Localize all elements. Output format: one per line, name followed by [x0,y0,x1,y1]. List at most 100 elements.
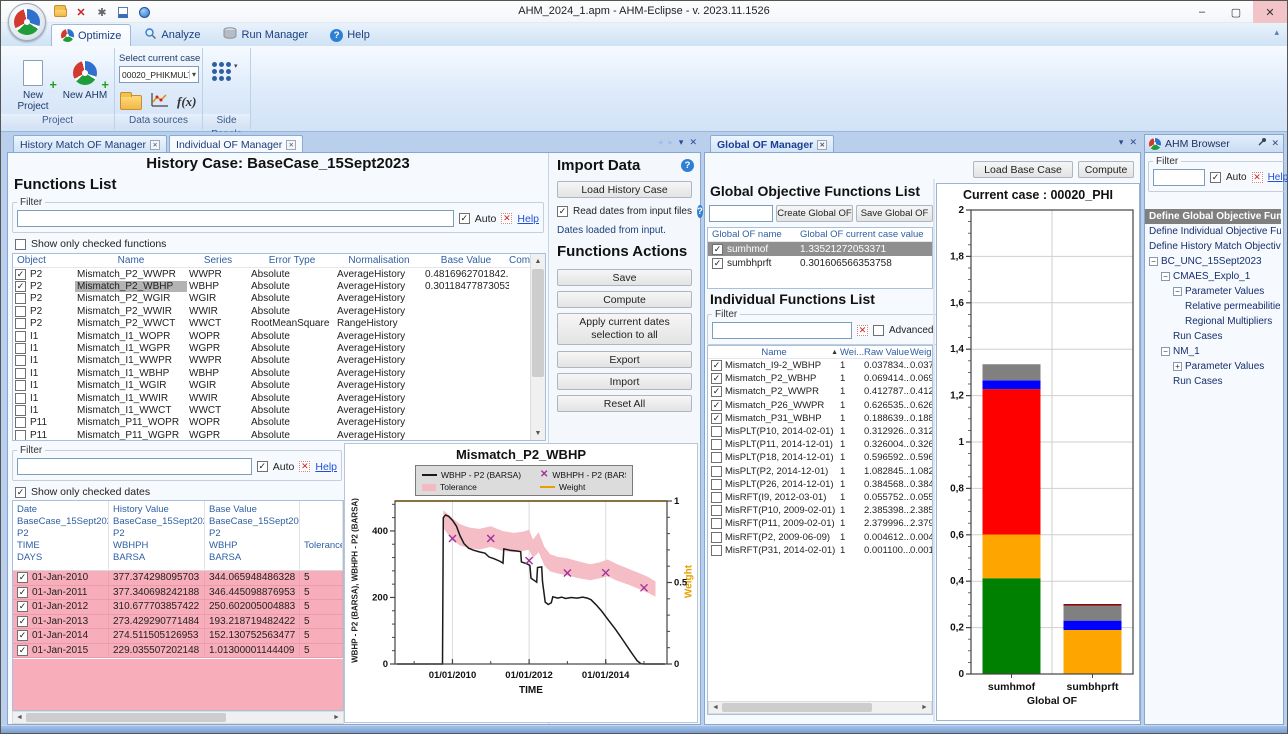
reset-all-button[interactable]: Reset All [557,395,692,412]
clear-filter-icon[interactable]: ✕ [1252,172,1263,183]
row-checkbox[interactable] [17,587,28,598]
row-checkbox[interactable] [711,505,722,516]
current-case-combobox[interactable]: 00020_PHIKMULT_CN ▾ [119,66,199,83]
ifl-table-row[interactable]: MisPLT(P26, 2014-12-01)10.384568...0.384… [708,478,932,491]
checkbox[interactable] [15,487,26,498]
row-checkbox[interactable] [15,331,26,342]
row-checkbox[interactable] [15,417,26,428]
auto-checkbox[interactable] [1210,172,1221,183]
row-checkbox[interactable] [15,380,26,391]
functions-table-row[interactable]: I1Mismatch_I1_WWPRWWPRAbsoluteAverageHis… [13,355,545,367]
compute-button[interactable]: Compute [1078,161,1134,178]
scroll-right-icon[interactable]: ▸ [668,137,673,148]
function-icon[interactable]: f(x) [177,94,197,110]
row-checkbox[interactable] [711,360,722,371]
restore-button[interactable]: ▢ [1219,1,1253,23]
dates-table-row[interactable]: 01-Jan-2011377.340698242188346.445098876… [13,586,343,601]
tab-analyze[interactable]: Analyze [135,24,209,46]
row-checkbox[interactable] [711,466,722,477]
expand-icon[interactable]: + [1173,362,1182,371]
dates-table-row[interactable]: 01-Jan-2012310.677703857422250.602005004… [13,600,343,615]
read-dates-checkbox[interactable] [557,206,568,217]
row-checkbox[interactable] [711,532,722,543]
folder-icon[interactable] [53,5,67,19]
tab-close-icon[interactable]: ✕ [286,140,296,150]
help-icon[interactable]: ? [697,205,703,218]
ifl-table-row[interactable]: Mismatch_P2_WBHP10.069414...0.0694 [708,372,932,385]
dates-table-row[interactable]: 01-Jan-2013273.429290771484193.218719482… [13,615,343,630]
scroll-up-icon[interactable]: ▲ [531,254,545,268]
column-header[interactable]: Name [75,255,187,266]
row-checkbox[interactable] [711,426,722,437]
column-header[interactable]: History ValueBaseCase_15Sept2023P2WBHPHB… [109,501,205,570]
ifl-table-row[interactable]: MisRFT(P10, 2009-02-01)12.385398...2.385… [708,504,932,517]
row-checkbox[interactable] [15,355,26,366]
column-header[interactable]: Weig [910,347,932,358]
tab-history-match-of-manager[interactable]: History Match OF Manager ✕ [13,135,167,153]
application-menu-button[interactable] [8,3,46,41]
row-checkbox[interactable] [15,343,26,354]
column-header[interactable]: Raw Value [864,347,910,358]
auto-checkbox[interactable] [459,213,470,224]
row-checkbox[interactable] [15,393,26,404]
tab-help[interactable]: ? Help [321,24,379,46]
row-checkbox[interactable] [711,386,722,397]
gof-name-input[interactable] [709,205,773,222]
functions-table-row[interactable]: I1Mismatch_I1_WGPRWGPRAbsoluteAverageHis… [13,342,545,354]
row-checkbox[interactable] [15,306,26,317]
load-base-case-button[interactable]: Load Base Case [973,161,1073,178]
scroll-left-icon[interactable]: ◄ [709,704,722,711]
tree-item[interactable]: Define History Match Objectives [1145,239,1281,254]
panel-menu-icon[interactable]: ▾ [679,137,684,148]
tree-item[interactable]: Regional Multipliers [1145,314,1281,329]
functions-table-header[interactable]: ObjectNameSeriesError TypeNormalisationB… [13,254,545,268]
tab-close-icon[interactable]: ✕ [150,140,160,150]
create-global-of-button[interactable]: Create Global OF [776,205,853,222]
browser-filter-input[interactable] [1153,169,1205,186]
tree-item[interactable]: −CMAES_Explo_1 [1145,269,1281,284]
row-checkbox[interactable] [17,572,28,583]
row-checkbox[interactable] [15,405,26,416]
functions-table-row[interactable]: I1Mismatch_I1_WOPRWOPRAbsoluteAverageHis… [13,330,545,342]
import-button[interactable]: Import [557,373,692,390]
panel-close-icon[interactable]: ✕ [1129,137,1137,148]
functions-table-row[interactable]: I1Mismatch_I1_WGIRWGIRAbsoluteAverageHis… [13,380,545,392]
ifl-table-row[interactable]: Mismatch_P2_WWPR10.412787...0.4127 [708,385,932,398]
functions-table-row[interactable]: P2Mismatch_P2_WWCTWWCTRootMeanSquareRang… [13,318,545,330]
tree-item[interactable]: Run Cases [1145,374,1281,389]
load-history-case-button[interactable]: Load History Case [557,181,692,198]
row-checkbox[interactable] [711,413,722,424]
collapse-icon[interactable]: − [1149,257,1158,266]
tree-item[interactable]: +Parameter Values [1145,359,1281,374]
functions-filter-input[interactable] [17,210,454,227]
advanced-checkbox[interactable] [873,325,884,336]
tab-optimize[interactable]: Optimize [51,24,131,46]
row-checkbox[interactable] [711,479,722,490]
checkbox[interactable] [15,239,26,250]
row-checkbox[interactable] [15,368,26,379]
ifl-table-row[interactable]: MisPLT(P18, 2014-12-01)10.596592...0.596… [708,451,932,464]
ifl-table-row[interactable]: MisPLT(P10, 2014-02-01)10.312926...0.312… [708,425,932,438]
column-header[interactable]: Object [13,255,75,266]
ifl-table-row[interactable]: MisRFT(P2, 2009-06-09)10.004612...0.0046 [708,530,932,543]
clock-icon[interactable] [137,5,151,19]
ifl-table-row[interactable]: MisPLT(P11, 2014-12-01)10.326004...0.326… [708,438,932,451]
show-only-checked-dates[interactable]: Show only checked dates [15,486,150,498]
compute-button[interactable]: Compute [557,291,692,308]
minimize-button[interactable]: – [1185,1,1219,23]
tree-item[interactable]: Define Global Objective Functions [1145,209,1281,224]
column-header[interactable]: Tolerance (%) [300,501,343,570]
scrollbar-thumb[interactable] [532,269,544,377]
functions-table-row[interactable]: P2Mismatch_P2_WWPRWWPRAbsoluteAverageHis… [13,268,545,280]
column-header[interactable]: Global OF current case value [800,229,932,240]
help-link[interactable]: Help [517,213,539,225]
row-checkbox[interactable] [15,281,26,292]
row-checkbox[interactable] [15,269,26,280]
row-checkbox[interactable] [15,318,26,329]
new-ahm-button[interactable]: + New AHM [59,56,111,101]
row-checkbox[interactable] [17,601,28,612]
dates-table-row[interactable]: 01-Jan-2010377.374298095703344.065948486… [13,571,343,586]
column-header[interactable]: Base ValueBaseCase_15Sept2023P2WBHPBARSA [205,501,300,570]
gof-table-row[interactable]: sumhmof1.33521272053371 [708,242,932,256]
panel-close-icon[interactable]: ✕ [689,137,697,148]
